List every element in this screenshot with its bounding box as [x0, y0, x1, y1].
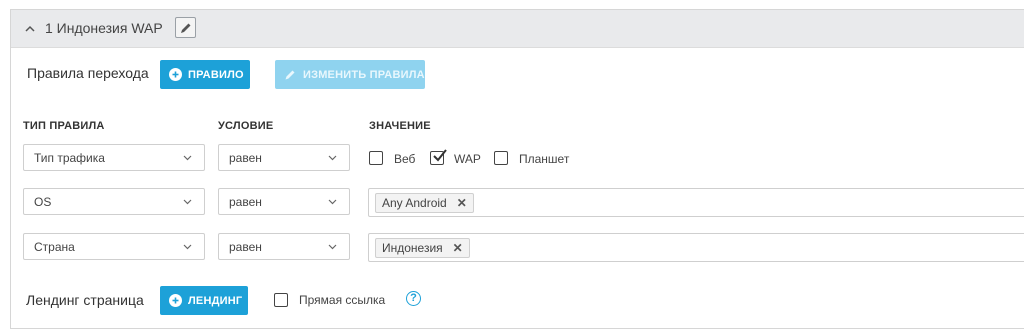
chevron-down-icon	[328, 155, 337, 161]
change-rules-button[interactable]: ИЗМЕНИТЬ ПРАВИЛА	[275, 60, 425, 89]
column-header-type: ТИП ПРАВИЛА	[23, 120, 105, 132]
column-header-value: ЗНАЧЕНИЕ	[369, 120, 431, 132]
select-value: равен	[229, 151, 262, 165]
condition-select[interactable]: равен	[218, 233, 350, 260]
rule-type-select[interactable]: OS	[23, 188, 205, 215]
checkbox-web-label: Веб	[394, 152, 416, 166]
pencil-icon	[285, 70, 295, 80]
plus-circle-icon	[169, 294, 182, 307]
value-tag-input[interactable]: Индонезия ✕	[368, 233, 1024, 262]
plus-circle-icon	[169, 68, 182, 81]
rules-label: Правила перехода	[27, 65, 149, 81]
checkbox-direct-link[interactable]	[274, 293, 288, 307]
pencil-icon	[181, 23, 191, 33]
checkbox-tablet-label: Планшет	[519, 152, 570, 166]
checkbox-wap-label: WAP	[454, 152, 481, 166]
change-rules-label: ИЗМЕНИТЬ ПРАВИЛА	[303, 68, 425, 81]
rule-type-select[interactable]: Страна	[23, 233, 205, 260]
select-value: Тип трафика	[34, 151, 105, 165]
tag-label: Индонезия	[382, 241, 443, 255]
panel-header[interactable]: 1 Индонезия WAP	[11, 10, 1024, 48]
chevron-down-icon	[328, 199, 337, 205]
checkbox-web[interactable]	[369, 151, 383, 165]
chevron-down-icon	[328, 244, 337, 250]
rule-type-select[interactable]: Тип трафика	[23, 144, 205, 171]
value-tag: Индонезия ✕	[375, 238, 470, 258]
rule-panel: 1 Индонезия WAP Правила перехода ПРАВИЛО…	[10, 9, 1024, 329]
add-rule-button[interactable]: ПРАВИЛО	[160, 60, 250, 89]
condition-select[interactable]: равен	[218, 144, 350, 171]
condition-select[interactable]: равен	[218, 188, 350, 215]
add-landing-label: ЛЕНДИНГ	[188, 294, 243, 307]
checkbox-wap[interactable]	[430, 149, 447, 165]
direct-link-label: Прямая ссылка	[299, 293, 386, 307]
add-landing-button[interactable]: ЛЕНДИНГ	[160, 286, 248, 315]
select-value: равен	[229, 195, 262, 209]
select-value: равен	[229, 240, 262, 254]
remove-x-icon[interactable]: ✕	[457, 196, 467, 210]
chevron-down-icon	[183, 244, 192, 250]
checkbox-tablet[interactable]	[494, 151, 508, 165]
panel-title: 1 Индонезия WAP	[45, 20, 163, 36]
value-tag: Any Android ✕	[375, 193, 474, 213]
chevron-down-icon	[183, 199, 192, 205]
column-header-condition: УСЛОВИЕ	[218, 120, 274, 132]
select-value: OS	[34, 195, 52, 209]
edit-title-button[interactable]	[175, 17, 196, 38]
add-rule-label: ПРАВИЛО	[188, 68, 244, 81]
chevron-up-icon[interactable]	[24, 24, 36, 34]
value-tag-input[interactable]: Any Android ✕	[368, 188, 1024, 217]
help-icon[interactable]: ?	[406, 291, 421, 306]
checkmark-icon	[433, 149, 447, 162]
select-value: Страна	[34, 240, 75, 254]
remove-x-icon[interactable]: ✕	[453, 241, 463, 255]
chevron-down-icon	[183, 155, 192, 161]
landing-label: Лендинг страница	[26, 292, 144, 308]
tag-label: Any Android	[382, 196, 447, 210]
